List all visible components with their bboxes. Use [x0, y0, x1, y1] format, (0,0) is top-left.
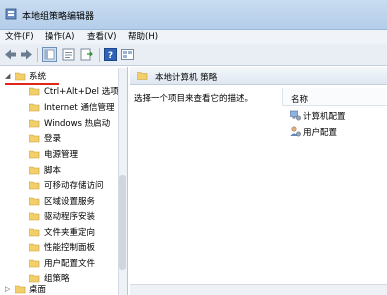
- title-bar: 本地组策略编辑器: [0, 0, 387, 30]
- folder-icon: [29, 134, 40, 143]
- folder-icon: [29, 166, 40, 175]
- tree-item-label: 驱动程序安装: [44, 212, 96, 222]
- toolbar-separator: [37, 48, 38, 62]
- properties-icon[interactable]: [62, 48, 75, 61]
- menu-bar: 文件(F) 操作(A) 查看(V) 帮助(H): [0, 30, 387, 44]
- menu-action[interactable]: 操作(A): [45, 31, 74, 43]
- tree-item-label: 文件夹重定向: [44, 228, 96, 238]
- tree-item-label: 桌面: [29, 285, 47, 295]
- folder-icon: [29, 259, 40, 268]
- tree-scrollbar-thumb[interactable]: [119, 175, 126, 270]
- highlight-underline: [5, 83, 59, 85]
- menu-help[interactable]: 帮助(H): [128, 31, 158, 43]
- tree-item-label: Internet 通信管理: [44, 103, 115, 113]
- folder-icon: [29, 87, 40, 96]
- folder-icon: [29, 243, 40, 252]
- menu-file[interactable]: 文件(F): [5, 31, 34, 43]
- policy-editor-icon: [5, 8, 17, 20]
- folder-icon: [29, 181, 40, 190]
- folder-icon: [29, 197, 40, 206]
- folder-icon: [15, 285, 26, 294]
- menu-view[interactable]: 查看(V): [87, 31, 116, 43]
- details-horizontal-scrollbar[interactable]: [130, 284, 387, 295]
- tree-item-label: Ctrl+Alt+Del 选项: [44, 87, 119, 97]
- tree-item[interactable]: 可移动存储访问: [0, 178, 127, 194]
- tree-item-label: 系统: [29, 72, 47, 82]
- tree-item[interactable]: Windows 热启动: [0, 116, 127, 132]
- tree-item[interactable]: Internet 通信管理: [0, 100, 127, 116]
- tree-item[interactable]: 性能控制面板: [0, 240, 127, 256]
- tree-item-label: 性能控制面板: [44, 243, 96, 253]
- help-icon[interactable]: ?: [104, 48, 117, 61]
- view-icon[interactable]: [121, 48, 134, 61]
- list-item-label: 用户配置: [303, 128, 338, 138]
- tree-item-label: Windows 热启动: [44, 119, 111, 129]
- folder-icon: [29, 150, 40, 159]
- tree-pane: ◢ 系统 Ctrl+Alt+Del 选项 Internet 通信管理 Windo…: [0, 67, 128, 295]
- export-list-icon[interactable]: [80, 48, 93, 61]
- tree-item-label: 电源管理: [44, 150, 79, 160]
- collapse-arrow-icon[interactable]: ◢: [5, 72, 13, 81]
- tree-item[interactable]: 区域设置服务: [0, 194, 127, 210]
- user-config-icon: [290, 126, 301, 137]
- description-text: 选择一个项目来查看它的描述。: [134, 94, 254, 104]
- folder-icon: [29, 228, 40, 237]
- tree-item[interactable]: 电源管理: [0, 147, 127, 163]
- details-header: 本地计算机 策略: [130, 67, 387, 85]
- tree-item-label: 区域设置服务: [44, 197, 96, 207]
- show-hide-tree-icon[interactable]: [42, 47, 57, 62]
- forward-arrow-icon[interactable]: [20, 48, 33, 61]
- tree-item-label: 可移动存储访问: [44, 181, 104, 191]
- column-header-label: 名称: [291, 95, 309, 105]
- tree-item[interactable]: 用户配置文件: [0, 256, 127, 272]
- back-arrow-icon[interactable]: [4, 48, 17, 61]
- tree-item[interactable]: 脚本: [0, 163, 127, 179]
- toolbar: ?: [0, 44, 387, 66]
- tree-item-desktop[interactable]: ▷ 桌面: [0, 282, 127, 295]
- computer-config-icon: [290, 110, 301, 121]
- window-title: 本地组策略编辑器: [22, 12, 95, 22]
- tree-item[interactable]: 登录: [0, 131, 127, 147]
- svg-text:?: ?: [108, 51, 113, 61]
- expand-arrow-icon[interactable]: ▷: [5, 285, 13, 294]
- toolbar-separator: [99, 48, 100, 62]
- tree-item[interactable]: 文件夹重定向: [0, 225, 127, 241]
- details-header-title: 本地计算机 策略: [155, 73, 218, 83]
- tree-item-label: 登录: [44, 134, 62, 144]
- tree-item[interactable]: Ctrl+Alt+Del 选项: [0, 84, 127, 100]
- tree-item-label: 用户配置文件: [44, 259, 96, 269]
- list-item-label: 计算机配置: [303, 112, 346, 122]
- folder-icon: [29, 212, 40, 221]
- folder-open-icon: [15, 72, 26, 81]
- folder-icon: [29, 103, 40, 112]
- folder-icon: [29, 119, 40, 128]
- tree-item[interactable]: 驱动程序安装: [0, 209, 127, 225]
- folder-icon: [137, 72, 148, 80]
- column-header-name[interactable]: 名称: [282, 88, 387, 106]
- tree-item-label: 脚本: [44, 166, 62, 176]
